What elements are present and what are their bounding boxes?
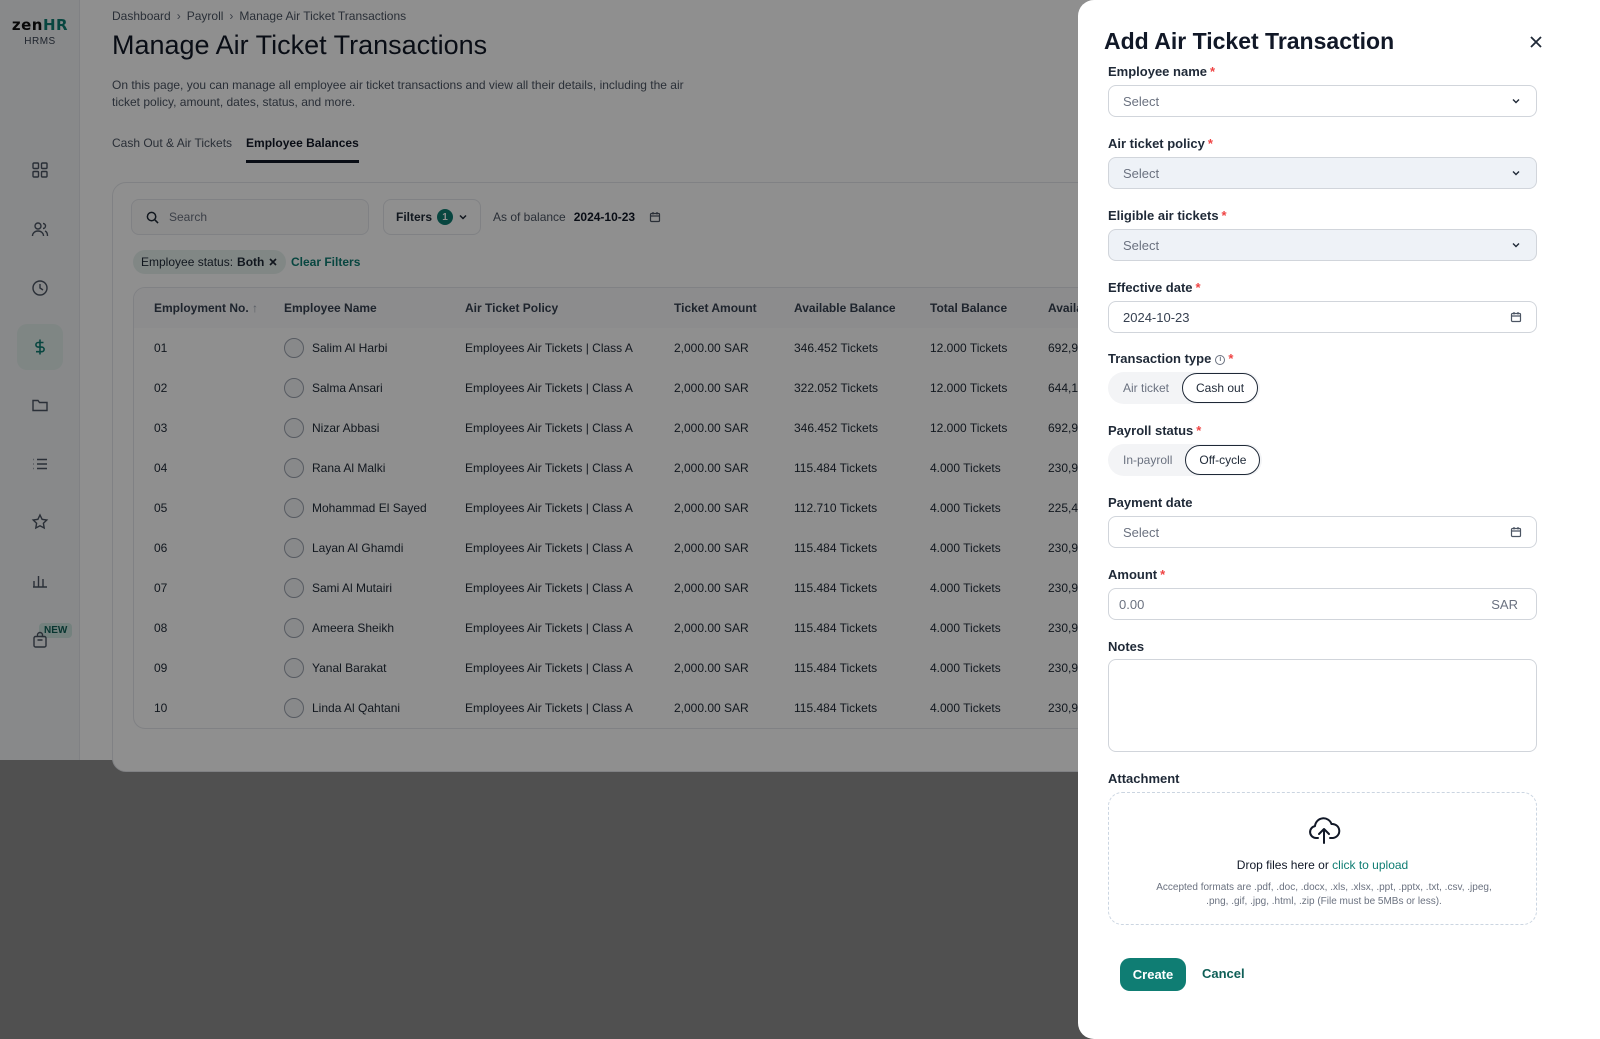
effective-date-value: 2024-10-23	[1123, 309, 1190, 325]
payroll-status-off-cycle[interactable]: Off-cycle	[1185, 445, 1261, 475]
upload-cloud-icon	[1309, 817, 1341, 844]
calendar-icon	[1510, 312, 1522, 323]
attachment-label: Attachment	[1108, 771, 1180, 786]
air-ticket-policy-select[interactable]: Select	[1108, 157, 1537, 189]
transaction-type-air-ticket[interactable]: Air ticket	[1110, 373, 1182, 403]
amount-label: Amount *	[1108, 567, 1166, 582]
eligible-air-tickets-select[interactable]: Select	[1108, 229, 1537, 261]
select-value: Select	[1123, 237, 1160, 253]
select-value: Select	[1123, 93, 1160, 109]
chevron-down-icon	[1512, 171, 1520, 176]
chevron-down-icon	[1512, 99, 1520, 104]
select-value: Select	[1123, 165, 1160, 181]
eligible-air-tickets-label: Eligible air tickets *	[1108, 208, 1227, 223]
notes-label: Notes	[1108, 639, 1145, 654]
transaction-type-cash-out[interactable]: Cash out	[1182, 373, 1259, 403]
create-button[interactable]: Create	[1120, 958, 1186, 991]
effective-date-field[interactable]: 2024-10-23	[1108, 301, 1537, 333]
cancel-button[interactable]: Cancel	[1202, 966, 1245, 981]
payroll-status-toggle: In-payroll Off-cycle	[1108, 444, 1263, 476]
accepted-formats-text: Accepted formats are .pdf, .doc, .docx, …	[1156, 882, 1492, 907]
payment-date-value: Select	[1123, 524, 1160, 540]
air-ticket-policy-label: Air ticket policy *	[1108, 136, 1213, 151]
amount-placeholder: 0.00	[1119, 596, 1145, 612]
payment-date-label: Payment date	[1108, 495, 1193, 510]
transaction-type-toggle: Air ticket Cash out	[1108, 372, 1261, 404]
calendar-icon	[1510, 527, 1522, 538]
currency-label: SAR	[1491, 596, 1518, 612]
notes-textarea[interactable]	[1108, 659, 1537, 752]
employee-name-label: Employee name *	[1108, 64, 1216, 79]
click-to-upload-link[interactable]: click to upload	[1332, 858, 1408, 872]
effective-date-label: Effective date *	[1108, 280, 1201, 295]
employee-name-select[interactable]: Select	[1108, 85, 1537, 117]
transaction-type-label: Transaction type i *	[1108, 351, 1234, 366]
attachment-dropzone[interactable]: Drop files here or click to upload Accep…	[1108, 792, 1537, 925]
close-icon[interactable]	[1527, 33, 1545, 51]
drawer-title: Add Air Ticket Transaction	[1104, 28, 1395, 54]
info-icon[interactable]: i	[1215, 355, 1226, 365]
amount-input[interactable]: 0.00 SAR	[1108, 588, 1537, 620]
chevron-down-icon	[1512, 243, 1520, 248]
drop-text: Drop files here or click to upload	[1236, 858, 1409, 872]
payroll-status-label: Payroll status *	[1108, 423, 1202, 438]
add-transaction-drawer: Add Air Ticket Transaction Employee name…	[1078, 0, 1600, 1039]
payroll-status-in-payroll[interactable]: In-payroll	[1110, 445, 1185, 475]
payment-date-field[interactable]: Select	[1108, 516, 1537, 548]
